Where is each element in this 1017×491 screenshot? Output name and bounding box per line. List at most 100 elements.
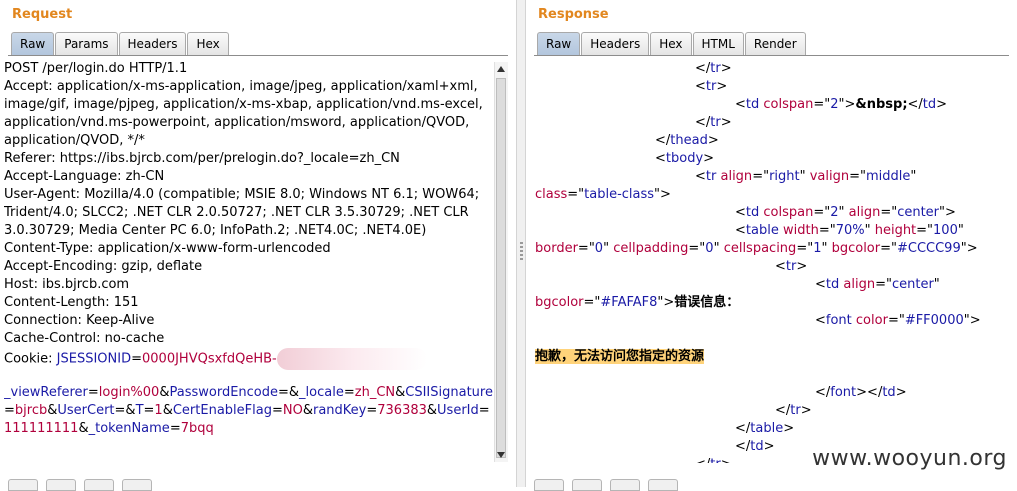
code-token: 0 (705, 241, 714, 256)
response-tab-raw[interactable]: Raw (537, 32, 581, 55)
prev-button[interactable] (46, 479, 76, 491)
code-token: color (851, 313, 888, 328)
request-bottom-bar (8, 479, 516, 491)
code-token: =" (567, 187, 585, 202)
help-button[interactable] (534, 479, 564, 491)
response-tab-html[interactable]: HTML (692, 32, 744, 55)
response-line: <td align="center" (535, 276, 1011, 294)
request-line: Trident/4.0; SLCC2; .NET CLR 2.0.50727; … (4, 205, 469, 220)
response-line: <td colspan="2" align="center"> (535, 204, 1011, 222)
request-tab-params[interactable]: Params (55, 32, 118, 55)
code-token: </ (775, 403, 791, 418)
code-token: < (775, 259, 786, 274)
response-line: </tr> (535, 60, 1011, 78)
code-token: < (655, 151, 666, 166)
code-token: "> (838, 97, 856, 112)
request-editor[interactable]: POST /per/login.do HTTP/1.1 Accept: appli… (4, 60, 496, 463)
code-token: > (796, 259, 808, 274)
response-tab-headers[interactable]: Headers (581, 32, 650, 55)
code-token: </ (655, 133, 671, 148)
request-line: application/vnd.ms-powerpoint, applicati… (4, 115, 470, 130)
param-name: CertEnableFlag (172, 403, 272, 418)
code-token: < (735, 205, 746, 220)
code-token: > (936, 97, 948, 112)
code-token: " (713, 241, 724, 256)
response-line: <tr> (535, 258, 1011, 276)
code-token: & (159, 385, 170, 400)
request-line: application/QVOD, */* (4, 133, 145, 148)
request-tab-hex[interactable]: Hex (187, 32, 229, 55)
code-token: td (922, 97, 937, 112)
param-name: randKey (312, 403, 367, 418)
code-token: cellpadding (613, 241, 689, 256)
request-line: Content-Type: application/x-www-form-url… (4, 241, 331, 256)
code-token: & (426, 403, 438, 418)
code-token: & (302, 403, 313, 418)
code-token: =" (916, 223, 934, 238)
error-message-highlight: 抱歉，无法访问您指定的资源 (535, 349, 705, 364)
request-line: Content-Length: 151 (4, 295, 139, 310)
code-token: " (864, 223, 875, 238)
code-token: valign (809, 169, 850, 184)
help-button[interactable] (8, 479, 38, 491)
code-token: " (821, 241, 832, 256)
code-token: ></ (856, 385, 883, 400)
code-token: </ (815, 385, 831, 400)
code-token: tr (705, 79, 717, 94)
code-token: =" (752, 169, 770, 184)
add-button[interactable] (84, 479, 114, 491)
prev-button[interactable] (572, 479, 602, 491)
code-token: > (800, 403, 812, 418)
code-token: = (343, 385, 355, 400)
param-name: PasswordEncode (169, 385, 279, 400)
cookie-value: 0000JHVQsxfdQeHB- (142, 351, 277, 367)
request-tab-headers[interactable]: Headers (118, 32, 187, 55)
tab-divider (8, 55, 508, 56)
code-token: 2 (830, 97, 839, 112)
request-line: Accept-Language: zh-CN (4, 169, 165, 184)
scroll-up-icon[interactable] (497, 66, 505, 72)
code-token: height (874, 223, 917, 238)
pane-splitter[interactable] (516, 0, 526, 487)
scroll-down-icon[interactable] (497, 452, 505, 458)
code-token: width (778, 223, 819, 238)
request-line: Referer: https://ibs.bjrcb.com/per/prelo… (4, 151, 400, 166)
request-tabs: Raw Params Headers Hex (11, 32, 230, 56)
response-line: <table width="70%" height="100" (535, 222, 1011, 240)
request-line: POST /per/login.do HTTP/1.1 (4, 61, 188, 76)
response-tab-render[interactable]: Render (744, 32, 806, 55)
scroll-thumb[interactable] (496, 78, 506, 458)
cookie-label: Cookie: (4, 351, 57, 367)
code-token: = (4, 403, 15, 418)
code-token: tbody (665, 151, 704, 166)
code-token: < (815, 277, 826, 292)
code-token: =" (813, 97, 831, 112)
code-token: bgcolor (831, 241, 881, 256)
request-title: Request (12, 7, 73, 22)
param-value: 736383 (377, 403, 427, 418)
request-tab-raw[interactable]: Raw (11, 32, 55, 55)
add-button[interactable] (610, 479, 640, 491)
tab-divider (534, 55, 1009, 56)
code-token: " (838, 205, 849, 220)
splitter-grip-icon[interactable] (520, 242, 523, 260)
response-line: </font></td> (535, 384, 1011, 402)
code-token: =" (688, 241, 706, 256)
code-token: td (745, 205, 760, 220)
code-token: #CCCC99 (896, 241, 961, 256)
response-editor[interactable]: </tr> <tr> <td colspan="2">&nbsp;</td> </tr… (535, 60, 1011, 463)
request-line: 3.0.30729; Media Center PC 6.0; InfoPath… (4, 223, 427, 238)
code-token: center (897, 205, 940, 220)
code-token: = (87, 385, 99, 400)
response-bottom-bar (534, 479, 1017, 491)
code-token: & (47, 403, 58, 418)
code-token: thead (670, 133, 708, 148)
code-token: 2 (830, 205, 839, 220)
response-tab-hex[interactable]: Hex (650, 32, 692, 55)
request-scrollbar[interactable] (494, 62, 508, 462)
next-button[interactable] (648, 479, 678, 491)
next-button[interactable] (122, 479, 152, 491)
response-line: <font color="#FF0000"> (535, 312, 1011, 330)
request-line: Accept-Encoding: gzip, deflate (4, 259, 203, 274)
